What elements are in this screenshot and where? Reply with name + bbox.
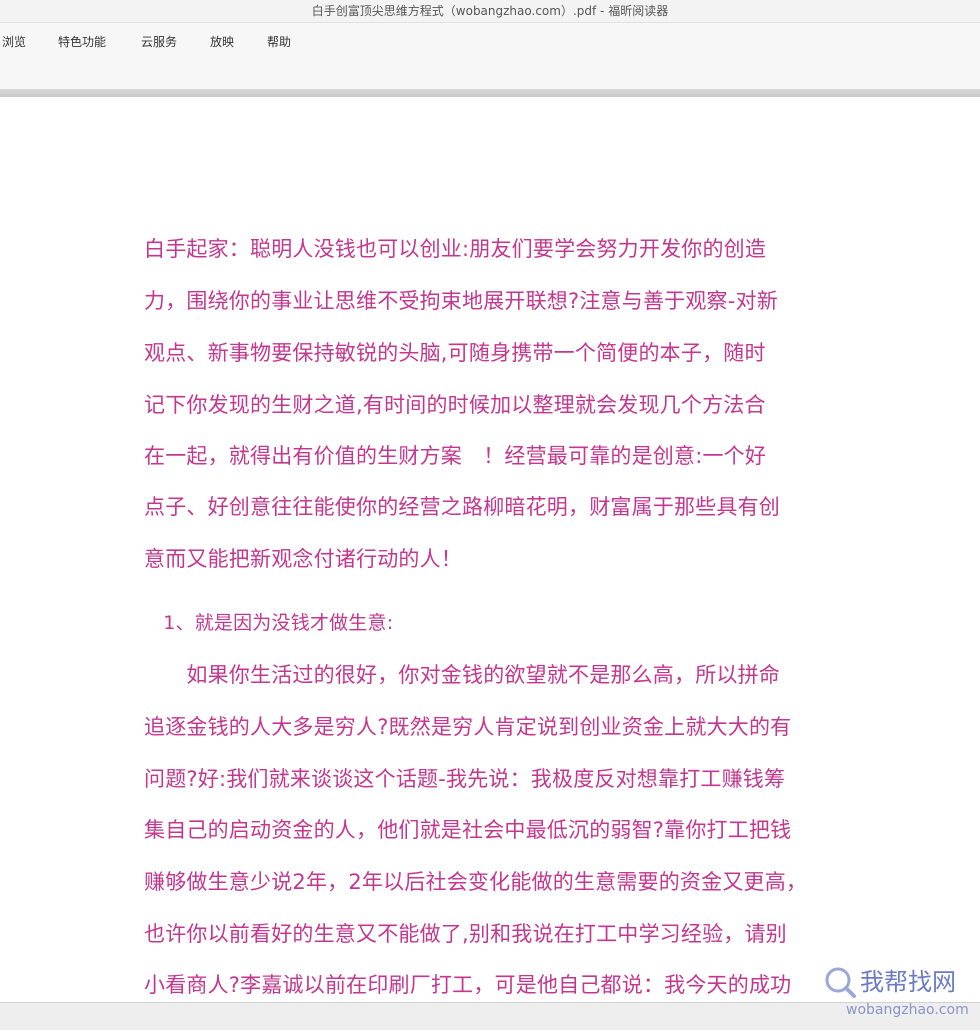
watermark: 我帮找网 wobangzhao.com [825,967,969,1018]
watermark-brand: 我帮找网 [860,968,956,996]
document-line: 如果你生活过的很好，你对金钱的欲望就不是那么高，所以拼命 [144,663,780,687]
document-line: 在一起，就得出有价值的生财方案 ！经营最可靠的是创意:一个好 [144,444,767,468]
menu-cloud[interactable]: 云服务 [141,33,177,50]
magnifier-icon [825,967,856,998]
document-line: 追逐金钱的人大多是穷人?既然是穷人肯定说到创业资金上就大大的有 [144,715,792,739]
document-line: 集自己的启动资金的人，他们就是社会中最低沉的弱智?靠你打工把钱 [144,818,792,842]
ribbon-divider [0,89,980,97]
document-line: 力，围绕你的事业让思维不受拘束地展开联想?注意与善于观察-对新 [144,289,778,313]
menu-browse[interactable]: 浏览 [2,33,26,50]
document-line: 观点、新事物要保持敏锐的头脑,可随身携带一个简便的本子，随时 [144,341,766,365]
document-line: 小看商人?李嘉诚以前在印刷厂打工，可是他自己都说：我今天的成功 [144,973,792,997]
document-page[interactable]: 白手起家：聪明人没钱也可以创业:朋友们要学会努力开发你的创造 力，围绕你的事业让… [0,97,980,1002]
document-line: 意而又能把新观念付诸行动的人！ [144,547,462,571]
document-line: 白手起家：聪明人没钱也可以创业:朋友们要学会努力开发你的创造 [144,237,767,261]
window-title: 白手创富顶尖思维方程式（wobangzhao.com）.pdf - 福昕阅读器 [0,0,980,23]
document-line: 记下你发现的生财之道,有时间的时候加以整理就会发现几个方法合 [144,393,766,417]
document-line: 也许你以前看好的生意又不能做了,别和我说在打工中学习经验，请别 [144,922,787,946]
section-heading: 1、就是因为没钱才做生意: [144,612,394,634]
menu-features[interactable]: 特色功能 [58,33,106,50]
document-line: 赚够做生意少说2年，2年以后社会变化能做的生意需要的资金又更高， [144,870,808,894]
watermark-url: wobangzhao.com [846,1002,969,1018]
menu-help[interactable]: 帮助 [267,33,291,50]
document-line: 问题?好:我们就来谈谈这个话题-我先说：我极度反对想靠打工赚钱筹 [144,767,786,791]
document-line: 点子、好创意往往能使你的经营之路柳暗花明，财富属于那些具有创 [144,495,780,519]
menu-bar: 浏览 特色功能 云服务 放映 帮助 [0,23,980,90]
menu-slideshow[interactable]: 放映 [210,33,234,50]
